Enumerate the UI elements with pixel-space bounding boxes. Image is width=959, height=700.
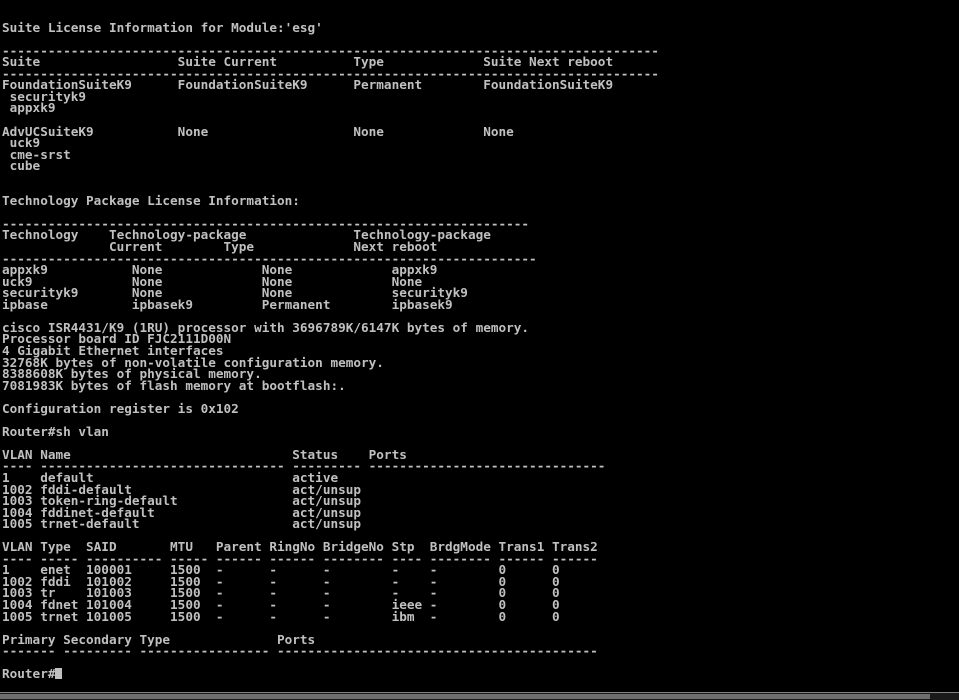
output-line: Router#sh vlan <box>2 423 109 439</box>
output-line: ipbase ipbasek9 Permanent ipbasek9 <box>2 296 453 312</box>
text-cursor <box>55 668 63 680</box>
output-line: ------- --------- ----------------- ----… <box>2 643 598 659</box>
output-line: Technology Package License Information: <box>2 192 300 208</box>
output-line: FoundationSuiteK9 FoundationSuiteK9 Perm… <box>2 77 614 93</box>
output-line: AdvUCSuiteK9 None None None <box>2 123 514 139</box>
output-line: 1005 trnet-default act/unsup <box>2 516 362 532</box>
prompt-line[interactable]: Router# <box>2 668 659 680</box>
output-line: cme-srst <box>2 146 71 162</box>
output-line: cube <box>2 158 41 174</box>
terminal-output: pSuite License Information for Module:'e… <box>2 0 659 680</box>
output-line: Suite License Information for Module:'es… <box>2 19 323 35</box>
output-line: uck9 <box>2 135 41 151</box>
output-line: securityk9 <box>2 88 87 104</box>
output-line: Configuration register is 0x102 <box>2 400 239 416</box>
output-line: 1005 trnet 101005 1500 - - - ibm - 0 0 <box>2 608 560 624</box>
horizontal-scrollbar[interactable] <box>0 692 959 700</box>
output-line: appxk9 <box>2 100 56 116</box>
scrollbar-thumb[interactable] <box>0 694 930 699</box>
output-line: 7081983K bytes of flash memory at bootfl… <box>2 377 346 393</box>
terminal-window[interactable]: pSuite License Information for Module:'e… <box>0 0 959 700</box>
